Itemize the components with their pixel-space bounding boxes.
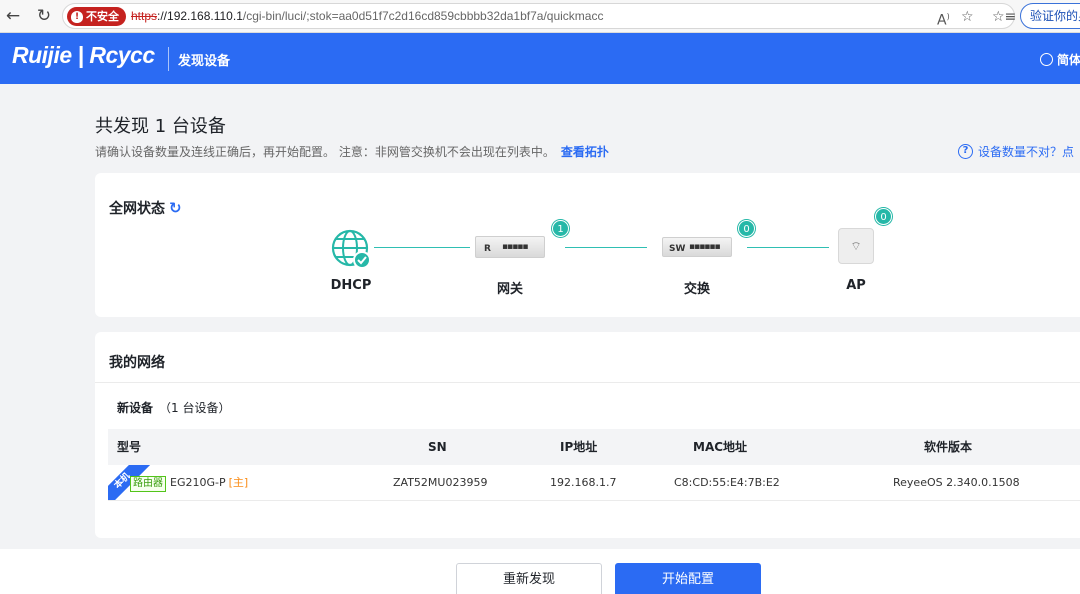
globe-dhcp-icon	[331, 229, 371, 269]
mac-cell: C8:CD:55:E4:7B:E2	[674, 476, 780, 489]
column-header-mac: MAC地址	[693, 440, 748, 454]
router-ports: ▪▪▪▪▪	[502, 242, 528, 252]
model-cell: 路由器 EG210G-P [主]	[130, 465, 249, 500]
node-label-switch: 交换	[683, 282, 710, 297]
access-point-icon[interactable]: ⌔	[838, 228, 874, 264]
version-cell: ReyeeOS 2.340.0.1508	[893, 476, 1020, 489]
node-label-gateway: 网关	[496, 282, 523, 297]
device-type-tag: 路由器	[130, 476, 166, 492]
ruijie-logo: Ruijie | Rcycc	[12, 42, 155, 68]
view-topology-link[interactable]: 查看拓扑	[561, 145, 609, 159]
header-divider	[168, 47, 169, 71]
status-title: 全网状态 ↻	[109, 198, 182, 218]
switch-ports: ▪▪▪▪▪▪	[689, 242, 721, 252]
router-device-text: R	[484, 244, 491, 254]
new-devices-count: （1 台设备）	[159, 401, 231, 415]
help-icon: ?	[958, 144, 973, 159]
language-switch[interactable]: 简体	[1040, 51, 1080, 68]
refresh-icon[interactable]: ↻	[169, 199, 182, 217]
globe-icon	[1040, 53, 1053, 66]
ip-cell: 192.168.1.7	[550, 476, 617, 489]
back-icon[interactable]: ←	[2, 5, 24, 27]
router-device-icon[interactable]: R ▪▪▪▪▪	[475, 236, 545, 258]
my-network-card: 我的网络 新设备 （1 台设备） 型号 SN IP地址 MAC地址 软件版本 本机…	[95, 332, 1080, 538]
start-config-button[interactable]: 开始配置	[615, 563, 761, 594]
master-tag: [主]	[228, 476, 249, 489]
gateway-count-badge: 1	[552, 220, 569, 237]
link-line	[374, 247, 470, 248]
model-name: EG210G-P	[170, 476, 226, 489]
language-label: 简体	[1057, 53, 1080, 67]
count-help-text: 设备数量不对？点	[978, 145, 1075, 159]
url-scheme: https	[131, 9, 158, 23]
header-title: 发现设备	[178, 54, 231, 69]
shield-warning-icon: !	[71, 10, 83, 23]
rediscover-button[interactable]: 重新发现	[456, 563, 602, 594]
column-header-ip: IP地址	[560, 440, 598, 454]
ap-count-badge: 0	[875, 208, 892, 225]
insecure-label: 不安全	[86, 10, 119, 23]
app-header: Ruijie | Rcycc 发现设备 简体	[0, 33, 1080, 84]
device-table-header: 型号 SN IP地址 MAC地址 软件版本	[108, 429, 1080, 465]
status-title-text: 全网状态	[109, 201, 165, 217]
address-bar[interactable]: ! 不安全 https://192.168.110.1/cgi-bin/luci…	[62, 3, 1016, 32]
switch-device-icon[interactable]: SW ▪▪▪▪▪▪	[662, 237, 732, 257]
favorites-list-icon[interactable]: ☆≡	[992, 6, 1016, 28]
url-host: ://192.168.110.1	[157, 9, 243, 23]
profile-button[interactable]: 验证你的身	[1020, 3, 1080, 29]
browser-toolbar: ← ↻ ! 不安全 https://192.168.110.1/cgi-bin/…	[0, 0, 1080, 33]
network-status-card: 全网状态 ↻ DHCP R ▪▪▪▪▪ 1 网关 SW ▪▪▪▪▪▪ 0 交换 ⌔…	[95, 173, 1080, 317]
hint-text: 请确认设备数量及连线正确后，再开始配置。 注意：非网管交换机不会出现在列表中。	[95, 145, 555, 159]
table-row[interactable]: 本机 路由器 EG210G-P [主] ZAT52MU023959 192.168.…	[108, 465, 1080, 501]
node-label-dhcp: DHCP	[330, 278, 372, 293]
link-line	[747, 247, 829, 248]
favorite-star-icon[interactable]: ☆	[961, 6, 974, 28]
reload-icon[interactable]: ↻	[33, 5, 55, 27]
page-title: 共发现 1 台设备	[95, 116, 226, 137]
new-devices-heading: 新设备 （1 台设备）	[117, 399, 230, 416]
node-label-ap: AP	[846, 278, 866, 293]
sn-cell: ZAT52MU023959	[393, 476, 488, 489]
url-path: /cgi-bin/luci/;stok=aa0d51f7c2d16cd859cb…	[242, 9, 604, 23]
column-header-model: 型号	[117, 440, 142, 454]
read-aloud-icon[interactable]: A)	[937, 6, 950, 32]
count-help-link[interactable]: ? 设备数量不对？点	[958, 143, 1074, 160]
column-header-sn: SN	[428, 440, 447, 454]
new-devices-label: 新设备	[117, 401, 154, 415]
divider	[95, 382, 1080, 383]
column-header-version: 软件版本	[924, 440, 973, 454]
link-line	[565, 247, 647, 248]
network-title: 我的网络	[109, 355, 165, 371]
switch-count-badge: 0	[738, 220, 755, 237]
insecure-badge[interactable]: ! 不安全	[67, 7, 126, 26]
page-hint: 请确认设备数量及连线正确后，再开始配置。 注意：非网管交换机不会出现在列表中。查…	[95, 143, 609, 160]
url-text[interactable]: https://192.168.110.1/cgi-bin/luci/;stok…	[131, 4, 603, 28]
switch-device-text: SW	[669, 244, 686, 254]
